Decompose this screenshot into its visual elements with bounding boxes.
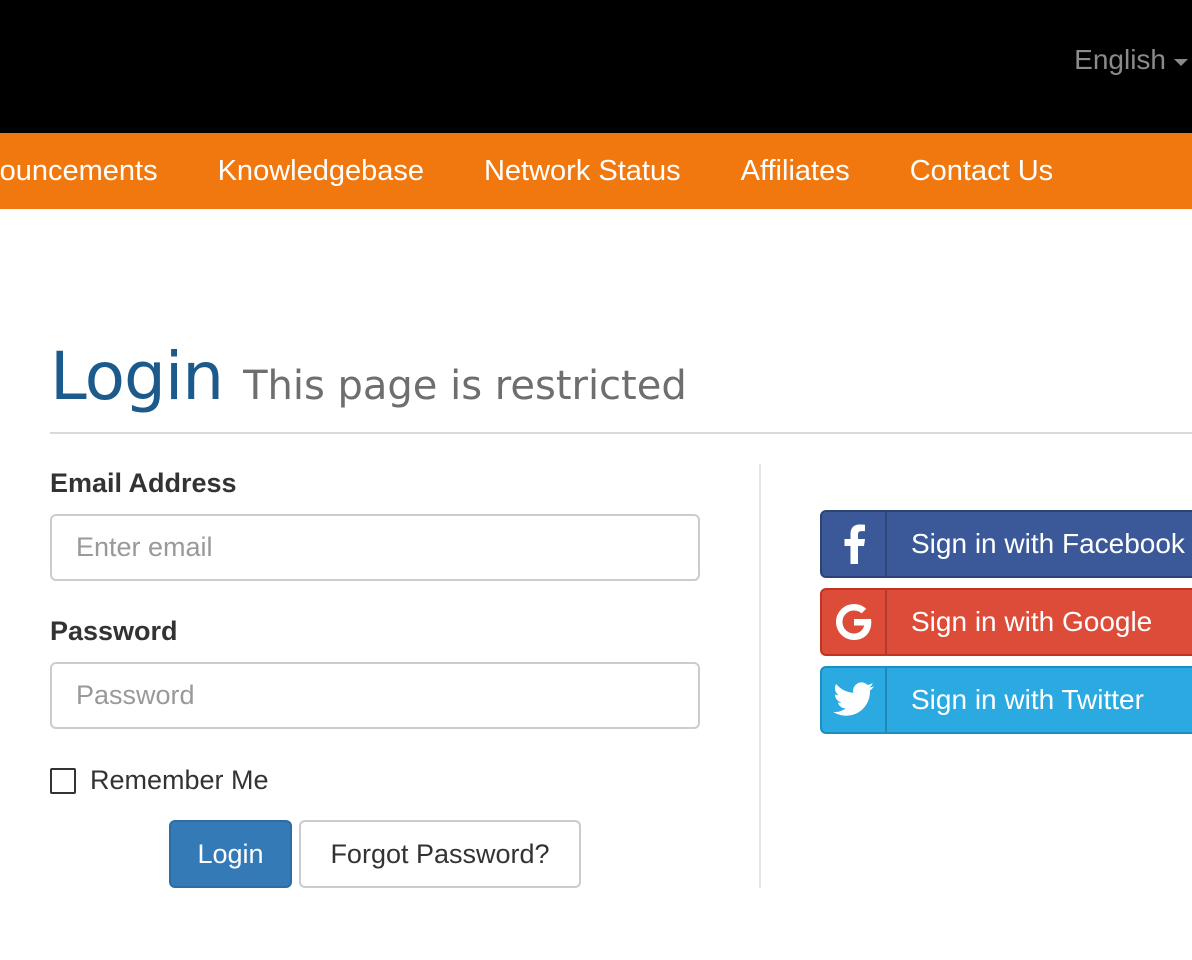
nav-item-contact-us[interactable]: Contact Us bbox=[880, 133, 1083, 209]
twitter-signin-label: Sign in with Twitter bbox=[911, 684, 1144, 715]
twitter-icon bbox=[822, 668, 887, 732]
password-label: Password bbox=[50, 616, 178, 646]
forgot-password-button[interactable]: Forgot Password? bbox=[299, 820, 581, 888]
twitter-signin-button[interactable]: Sign in with Twitter bbox=[820, 666, 1192, 734]
top-header-bar: English bbox=[0, 0, 1192, 133]
main-navbar: Announcements Knowledgebase Network Stat… bbox=[0, 133, 1192, 209]
page-title: Login bbox=[50, 338, 224, 415]
language-selector[interactable]: English bbox=[1074, 44, 1188, 76]
remember-me-label: Remember Me bbox=[90, 765, 269, 795]
page-header: Login This page is restricted bbox=[50, 338, 687, 415]
google-signin-label: Sign in with Google bbox=[911, 606, 1153, 637]
caret-down-icon bbox=[1174, 58, 1188, 66]
google-signin-button[interactable]: Sign in with Google bbox=[820, 588, 1192, 656]
nav-item-network-status[interactable]: Network Status bbox=[454, 133, 711, 209]
email-field[interactable] bbox=[50, 514, 700, 581]
page-subtitle: This page is restricted bbox=[243, 363, 687, 409]
nav-item-knowledgebase[interactable]: Knowledgebase bbox=[188, 133, 454, 209]
facebook-signin-label: Sign in with Facebook bbox=[911, 528, 1185, 559]
remember-me-checkbox[interactable] bbox=[50, 767, 76, 794]
password-field[interactable] bbox=[50, 662, 700, 729]
nav-item-affiliates[interactable]: Affiliates bbox=[711, 133, 880, 209]
facebook-icon bbox=[822, 512, 887, 576]
facebook-signin-button[interactable]: Sign in with Facebook bbox=[820, 510, 1192, 578]
google-icon bbox=[822, 590, 887, 654]
email-label: Email Address bbox=[50, 468, 237, 498]
remember-me: Remember Me bbox=[50, 765, 269, 796]
title-divider bbox=[50, 432, 1192, 434]
column-divider bbox=[759, 464, 761, 888]
language-label: English bbox=[1074, 44, 1166, 75]
login-button[interactable]: Login bbox=[169, 820, 292, 888]
nav-item-announcements[interactable]: Announcements bbox=[0, 133, 188, 209]
